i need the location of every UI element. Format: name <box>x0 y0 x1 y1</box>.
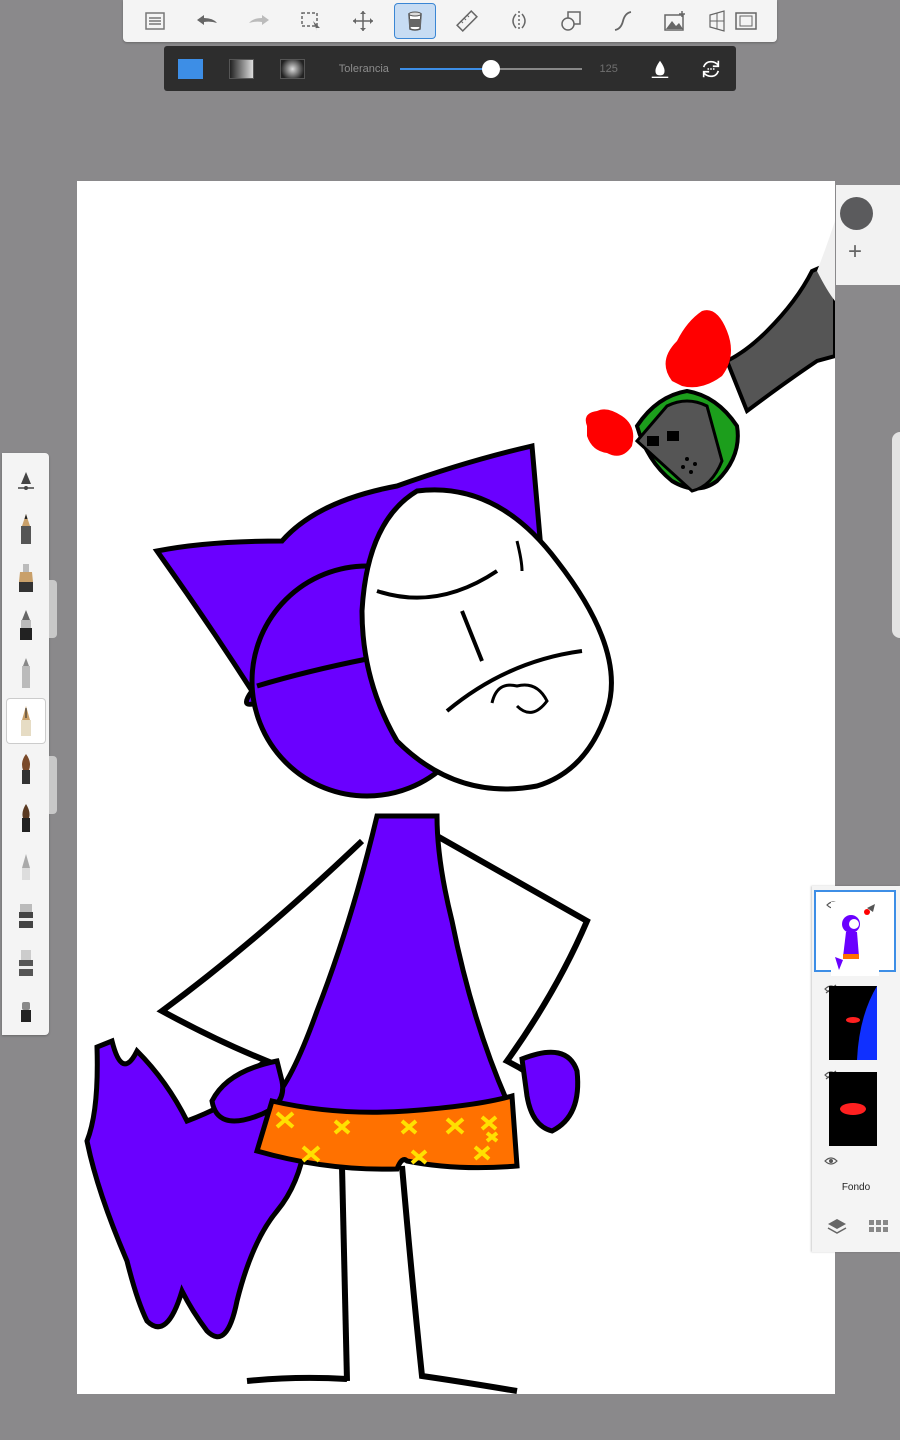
ruler-button[interactable] <box>446 3 488 39</box>
layer-thumbnail <box>831 902 879 976</box>
undo-button[interactable] <box>186 3 228 39</box>
marker-icon <box>18 564 33 592</box>
tolerance-slider[interactable] <box>400 59 582 79</box>
drawing-canvas[interactable] <box>77 181 835 1394</box>
list-button[interactable] <box>134 3 176 39</box>
selection-button[interactable] <box>290 3 332 39</box>
slider-fill <box>400 67 491 70</box>
layer-panel: Fondo <box>812 886 900 1252</box>
linear-gradient-mode[interactable] <box>228 58 254 79</box>
fullscreen-icon <box>735 12 757 30</box>
layer-name: Fondo <box>841 1182 871 1193</box>
eraser-icon <box>20 1002 31 1022</box>
fill-button[interactable] <box>394 3 436 39</box>
artwork <box>84 221 835 1394</box>
slider-knob[interactable] <box>481 59 500 78</box>
swap-icon <box>702 60 719 77</box>
tolerance-label: Tolerancia <box>338 62 389 75</box>
layer-2[interactable] <box>814 976 896 1060</box>
fill-options-bar: Tolerancia 125 <box>164 46 736 91</box>
sample-layer-button[interactable] <box>648 57 671 81</box>
watercolor-brush[interactable] <box>7 795 45 839</box>
paintbrush-icon <box>21 754 30 784</box>
grid-icon[interactable] <box>868 1216 890 1236</box>
droplet-icon <box>651 60 668 78</box>
add-color-icon[interactable]: + <box>848 240 866 264</box>
fill-icon <box>408 11 422 31</box>
right-edge-handle[interactable] <box>892 432 900 638</box>
undo-icon <box>197 15 217 25</box>
pencil-brush[interactable] <box>7 507 45 551</box>
add-image-icon <box>664 11 685 31</box>
eraser-soft-icon <box>18 950 33 976</box>
palette-tab-lower[interactable] <box>49 756 57 814</box>
shape-icon <box>561 11 581 31</box>
layer-background[interactable]: Fondo <box>814 1148 896 1204</box>
eye-icon[interactable] <box>824 1156 838 1166</box>
watercolor-icon <box>21 804 30 832</box>
layer-thumbnail <box>829 986 877 1060</box>
transform-icon <box>353 11 373 31</box>
layer-tools <box>826 1216 890 1238</box>
swap-button[interactable] <box>699 57 722 81</box>
transform-button[interactable] <box>342 3 384 39</box>
redo-button[interactable] <box>238 3 280 39</box>
layer-3[interactable] <box>814 1062 896 1146</box>
smudge-icon <box>21 854 30 880</box>
airbrush-icon <box>21 658 30 688</box>
main-toolbar <box>123 0 777 42</box>
solid-fill-mode[interactable] <box>178 58 203 79</box>
eraser-soft-brush[interactable] <box>7 939 45 983</box>
selection-icon <box>301 12 320 31</box>
redo-icon <box>249 15 269 25</box>
color-panel: + <box>836 185 900 285</box>
perspective-icon <box>709 10 725 32</box>
current-color-swatch[interactable] <box>840 197 873 230</box>
curve-button[interactable] <box>602 3 644 39</box>
fullscreen-button[interactable] <box>734 3 758 39</box>
brush-properties-icon <box>17 472 34 490</box>
perspective-button[interactable] <box>706 3 730 39</box>
fineliner-icon <box>20 706 31 736</box>
brush-palette <box>2 453 49 1035</box>
curve-icon <box>614 11 632 31</box>
character-body <box>267 813 511 1136</box>
ink-pen-brush[interactable] <box>7 603 45 647</box>
symmetry-icon <box>512 11 526 31</box>
character-face <box>359 487 614 792</box>
list-icon <box>145 12 165 30</box>
pencil-icon <box>20 514 31 544</box>
red-flame <box>665 310 731 388</box>
ruler-icon <box>456 10 478 32</box>
airbrush-brush[interactable] <box>7 651 45 695</box>
layer-1[interactable] <box>814 890 896 976</box>
paintbrush-brush[interactable] <box>7 747 45 791</box>
radial-gradient-mode[interactable] <box>279 58 305 79</box>
layer-thumbnail <box>829 1072 877 1146</box>
marker-brush[interactable] <box>7 555 45 599</box>
fineliner-brush[interactable] <box>6 699 45 743</box>
smudge-brush[interactable] <box>7 843 45 887</box>
palette-tab-upper[interactable] <box>49 580 57 638</box>
tolerance-value: 125 <box>599 62 618 75</box>
brush-properties-button[interactable] <box>7 459 45 503</box>
symmetry-button[interactable] <box>498 3 540 39</box>
eraser-brush[interactable] <box>7 987 45 1031</box>
ink-pen-icon <box>19 610 32 640</box>
red-flame-small <box>585 409 634 456</box>
layers-icon[interactable] <box>826 1216 848 1236</box>
eraser-hard-icon <box>18 904 33 928</box>
sword-blade <box>724 258 835 415</box>
shape-button[interactable] <box>550 3 592 39</box>
add-image-button[interactable] <box>654 3 696 39</box>
eraser-hard-brush[interactable] <box>7 891 45 935</box>
